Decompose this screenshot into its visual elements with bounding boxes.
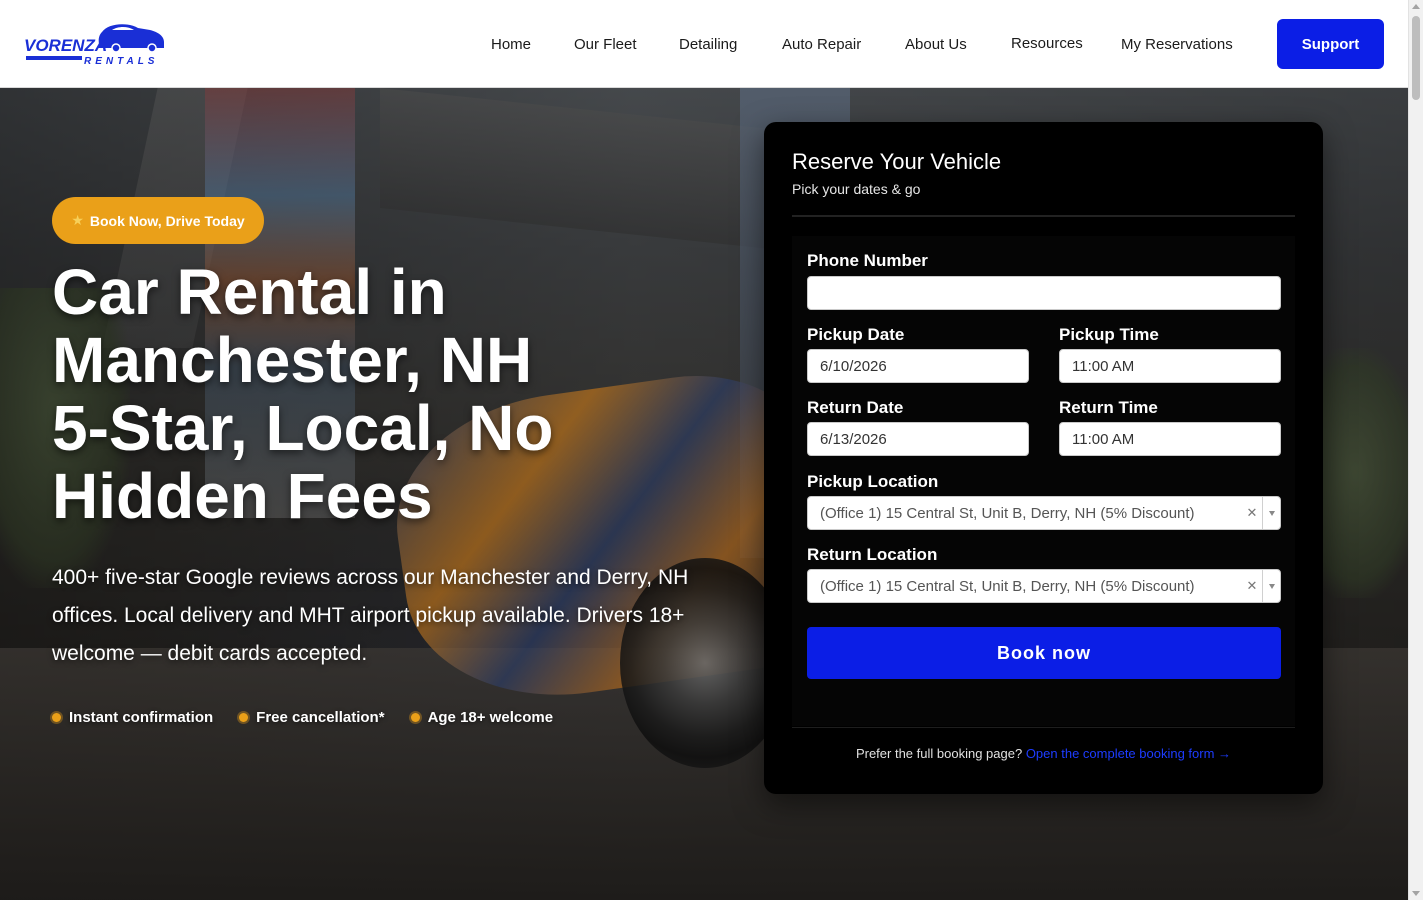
book-now-badge[interactable]: ★ Book Now, Drive Today — [52, 197, 264, 244]
bullet-dot-icon — [410, 713, 420, 722]
feature-item: Instant confirmation — [52, 709, 213, 726]
feature-list: Instant confirmation Free cancellation* … — [52, 709, 553, 726]
logo-subtext: RENTALS — [84, 56, 159, 67]
star-icon: ★ — [71, 212, 84, 228]
booking-subtitle: Pick your dates & go — [792, 181, 921, 197]
bullet-dot-icon — [52, 713, 61, 722]
return-location-value: (Office 1) 15 Central St, Unit B, Derry,… — [820, 577, 1195, 595]
hero-title-line: Car Rental in — [52, 256, 447, 328]
badge-label: Book Now, Drive Today — [89, 212, 245, 229]
scroll-down-icon[interactable] — [1412, 891, 1420, 896]
nav-detailing[interactable]: Detailing — [679, 36, 737, 53]
return-location-label: Return Location — [807, 545, 938, 564]
pickup-location-label: Pickup Location — [807, 472, 939, 491]
chevron-down-icon[interactable] — [1262, 497, 1280, 529]
return-time-input[interactable]: 11:00 AM — [1059, 422, 1281, 456]
logo-wordmark: VORENZA — [24, 36, 108, 55]
pickup-location-value: (Office 1) 15 Central St, Unit B, Derry,… — [820, 504, 1195, 522]
return-date-input[interactable]: 6/13/2026 — [807, 422, 1029, 456]
nav-resources[interactable]: Resources — [1011, 35, 1083, 52]
phone-label: Phone Number — [807, 251, 928, 270]
return-date-label: Return Date — [807, 398, 904, 417]
nav-about-us[interactable]: About Us — [905, 36, 967, 53]
bullet-dot-icon — [239, 713, 249, 722]
hero-bg-deck — [380, 88, 800, 253]
feature-label: Free cancellation* — [256, 709, 385, 726]
booking-footer-note: Prefer the full booking page? Open the c… — [764, 746, 1323, 761]
site-header: VORENZA RENTALS Home Our Fleet Detailing… — [0, 0, 1408, 88]
pickup-time-input[interactable]: 11:00 AM — [1059, 349, 1281, 383]
feature-item: Age 18+ welcome — [410, 709, 554, 726]
clear-icon[interactable]: ✕ — [1242, 578, 1262, 594]
pickup-location-select[interactable]: (Office 1) 15 Central St, Unit B, Derry,… — [807, 496, 1281, 530]
chevron-down-icon[interactable] — [1262, 570, 1280, 602]
nav-home[interactable]: Home — [491, 36, 531, 53]
pickup-time-label: Pickup Time — [1059, 325, 1159, 344]
hero-title-line: Manchester, NH — [52, 324, 533, 396]
phone-input[interactable] — [807, 276, 1281, 310]
hero-description: 400+ five-star Google reviews across our… — [52, 566, 689, 665]
return-location-select[interactable]: (Office 1) 15 Central St, Unit B, Derry,… — [807, 569, 1281, 603]
feature-item: Free cancellation* — [239, 709, 385, 726]
vorenza-logo[interactable]: VORENZA RENTALS — [24, 20, 166, 68]
support-button[interactable]: Support — [1277, 19, 1384, 69]
footer-text: Prefer the full booking page? — [855, 746, 1023, 761]
nav-our-fleet[interactable]: Our Fleet — [574, 36, 637, 53]
pickup-date-label: Pickup Date — [807, 325, 905, 344]
divider — [792, 727, 1295, 728]
booking-panel: Reserve Your Vehicle Pick your dates & g… — [764, 122, 1323, 794]
scroll-thumb[interactable] — [1412, 16, 1420, 100]
hero-title-line: 5-Star, Local, No — [52, 392, 554, 464]
return-time-label: Return Time — [1059, 398, 1158, 417]
booking-title: Reserve Your Vehicle — [792, 149, 1002, 174]
feature-label: Instant confirmation — [69, 709, 214, 726]
nav-my-reservations[interactable]: My Reservations — [1121, 36, 1233, 53]
pickup-date-input[interactable]: 6/10/2026 — [807, 349, 1029, 383]
scroll-up-icon[interactable] — [1412, 4, 1420, 9]
full-booking-form-link[interactable]: Open the complete booking form → — [1026, 746, 1231, 761]
page-scrollbar[interactable] — [1408, 0, 1423, 900]
hero-title: Car Rental in Manchester, NH 5-Star, Loc… — [52, 258, 672, 530]
feature-label: Age 18+ welcome — [427, 709, 554, 726]
hero-title-line: Hidden Fees — [52, 460, 433, 532]
nav-auto-repair[interactable]: Auto Repair — [782, 36, 861, 53]
book-now-button[interactable]: Book now — [807, 627, 1281, 679]
divider — [792, 215, 1295, 217]
clear-icon[interactable]: ✕ — [1242, 505, 1262, 521]
